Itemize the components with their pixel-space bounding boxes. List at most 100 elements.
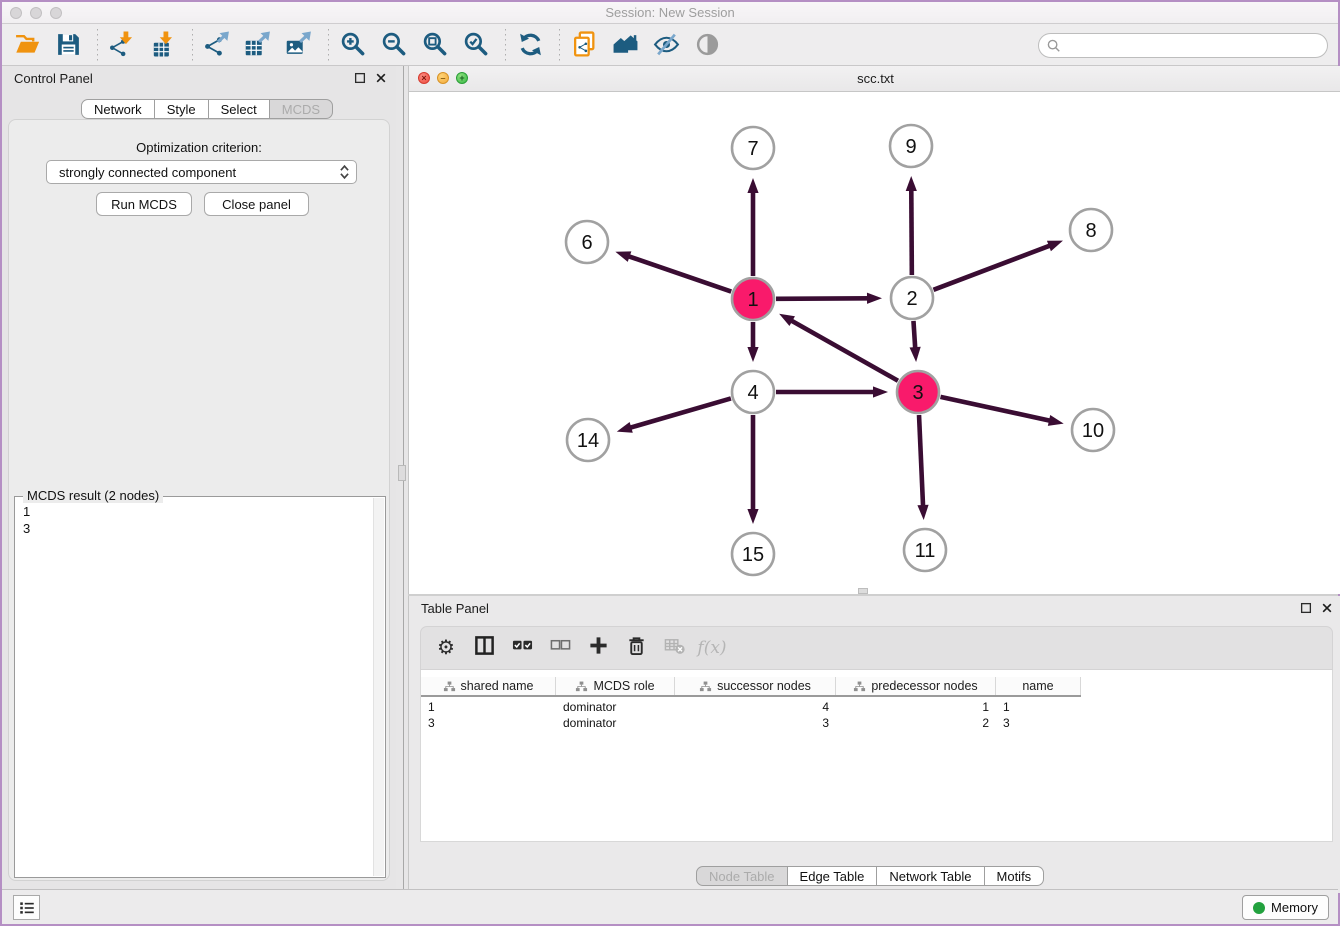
cell-predecessor-nodes[interactable]: 1 xyxy=(836,699,996,715)
memory-button[interactable]: Memory xyxy=(1242,895,1329,920)
memory-status-icon xyxy=(1253,902,1265,914)
graph-node-11[interactable]: 11 xyxy=(904,529,946,571)
tab-select[interactable]: Select xyxy=(209,99,270,119)
float-panel-icon[interactable] xyxy=(353,71,367,85)
table-options-button[interactable]: ⚙ xyxy=(431,633,461,663)
create-column-button[interactable] xyxy=(583,633,613,663)
tab-node-table[interactable]: Node Table xyxy=(696,866,788,886)
hierarchy-icon xyxy=(699,680,712,693)
svg-text:8: 8 xyxy=(1085,220,1096,242)
plus-icon xyxy=(588,635,609,661)
zoom-out-button[interactable] xyxy=(379,29,410,60)
table-row[interactable]: 3dominator323 xyxy=(421,715,1081,731)
run-mcds-button[interactable]: Run MCDS xyxy=(96,192,192,216)
float-table-panel-icon[interactable] xyxy=(1299,601,1313,615)
close-panel-button[interactable]: Close panel xyxy=(204,192,309,216)
graph-edge-4-3[interactable] xyxy=(776,386,888,397)
zoom-fit-button[interactable] xyxy=(420,29,451,60)
graph-edge-2-3[interactable] xyxy=(910,321,921,362)
deselect-all-columns-button[interactable] xyxy=(545,633,575,663)
select-all-columns-button[interactable] xyxy=(507,633,537,663)
tab-network-table[interactable]: Network Table xyxy=(877,866,984,886)
delete-columns-button[interactable] xyxy=(621,633,651,663)
open-session-button[interactable] xyxy=(12,29,43,60)
graph-node-8[interactable]: 8 xyxy=(1070,209,1112,251)
graph-node-9[interactable]: 9 xyxy=(890,125,932,167)
graph-edge-1-7[interactable] xyxy=(747,178,758,276)
list-icon xyxy=(18,899,36,917)
graph-node-4[interactable]: 4 xyxy=(732,371,774,413)
horizontal-splitter-handle[interactable] xyxy=(858,588,868,594)
graph-edge-1-4[interactable] xyxy=(747,322,758,362)
svg-text:10: 10 xyxy=(1082,420,1104,442)
svg-text:4: 4 xyxy=(747,382,758,404)
cell-shared-name[interactable]: 1 xyxy=(421,699,556,715)
cell-MCDS-role[interactable]: dominator xyxy=(556,699,675,715)
vertical-splitter[interactable] xyxy=(396,66,408,893)
export-image-button[interactable] xyxy=(284,29,315,60)
column-header-name[interactable]: name xyxy=(996,677,1081,695)
tab-mcds[interactable]: MCDS xyxy=(270,99,333,119)
network-canvas[interactable]: 7 9 6 8 1 2 4 3 14 10 15 11 xyxy=(409,92,1339,594)
graph-node-1[interactable]: 1 xyxy=(732,278,774,320)
show-hidden-button[interactable] xyxy=(692,29,723,60)
export-network-button[interactable] xyxy=(202,29,233,60)
graph-edge-3-11[interactable] xyxy=(917,415,928,520)
first-neighbors-button[interactable] xyxy=(610,29,641,60)
graph-edge-2-9[interactable] xyxy=(906,176,917,275)
graph-node-3[interactable]: 3 xyxy=(897,371,939,413)
tab-motifs[interactable]: Motifs xyxy=(985,866,1045,886)
graph-node-10[interactable]: 10 xyxy=(1072,409,1114,451)
graph-edge-1-2[interactable] xyxy=(776,293,882,304)
graph-edge-3-10[interactable] xyxy=(940,397,1063,426)
graph-node-7[interactable]: 7 xyxy=(732,127,774,169)
cell-MCDS-role[interactable]: dominator xyxy=(556,715,675,731)
graph-edge-1-6[interactable] xyxy=(615,251,731,291)
table-row[interactable]: 1dominator411 xyxy=(421,699,1081,715)
column-header-successor-nodes[interactable]: successor nodes xyxy=(675,677,836,695)
graph-node-6[interactable]: 6 xyxy=(566,221,608,263)
column-header-MCDS-role[interactable]: MCDS role xyxy=(556,677,675,695)
table-panel-title: Table Panel xyxy=(421,601,489,616)
graph-edge-4-14[interactable] xyxy=(617,398,731,432)
graph-edge-3-1[interactable] xyxy=(779,314,898,381)
graph-node-2[interactable]: 2 xyxy=(891,277,933,319)
column-header-shared-name[interactable]: shared name xyxy=(421,677,556,695)
hide-selected-button[interactable] xyxy=(651,29,682,60)
zoom-selected-button[interactable] xyxy=(461,29,492,60)
column-header-predecessor-nodes[interactable]: predecessor nodes xyxy=(836,677,996,695)
import-table-button[interactable] xyxy=(148,29,179,60)
select-all-icon xyxy=(512,635,533,661)
cell-successor-nodes[interactable]: 4 xyxy=(675,699,836,715)
graph-node-15[interactable]: 15 xyxy=(732,533,774,575)
close-panel-icon[interactable] xyxy=(374,71,388,85)
apply-layout-button[interactable] xyxy=(515,29,546,60)
table-panel: Table Panel ⚙f(x) shared nameMCDS rolesu… xyxy=(408,596,1340,893)
save-session-button[interactable] xyxy=(53,29,84,60)
search-field[interactable] xyxy=(1038,33,1328,58)
result-scrollbar[interactable] xyxy=(373,498,384,876)
mcds-result-text[interactable]: 13 xyxy=(15,499,372,875)
task-history-button[interactable] xyxy=(13,895,40,920)
cell-name[interactable]: 3 xyxy=(996,715,1081,731)
graph-edge-2-8[interactable] xyxy=(934,241,1063,290)
tab-network[interactable]: Network xyxy=(81,99,155,119)
cell-predecessor-nodes[interactable]: 2 xyxy=(836,715,996,731)
tab-style[interactable]: Style xyxy=(155,99,209,119)
cell-successor-nodes[interactable]: 3 xyxy=(675,715,836,731)
cell-shared-name[interactable]: 3 xyxy=(421,715,556,731)
tab-edge-table[interactable]: Edge Table xyxy=(788,866,878,886)
svg-text:7: 7 xyxy=(747,138,758,160)
show-columns-button[interactable] xyxy=(469,633,499,663)
cell-name[interactable]: 1 xyxy=(996,699,1081,715)
import-network-button[interactable] xyxy=(107,29,138,60)
optimization-criterion-select[interactable]: strongly connected component xyxy=(46,160,357,184)
splitter-handle[interactable] xyxy=(398,465,406,481)
close-table-panel-icon[interactable] xyxy=(1320,601,1334,615)
graph-edge-4-15[interactable] xyxy=(747,415,758,524)
zoom-in-button[interactable] xyxy=(338,29,369,60)
search-input[interactable] xyxy=(1066,38,1319,53)
graph-node-14[interactable]: 14 xyxy=(567,419,609,461)
clone-network-button[interactable] xyxy=(569,29,600,60)
export-table-button[interactable] xyxy=(243,29,274,60)
